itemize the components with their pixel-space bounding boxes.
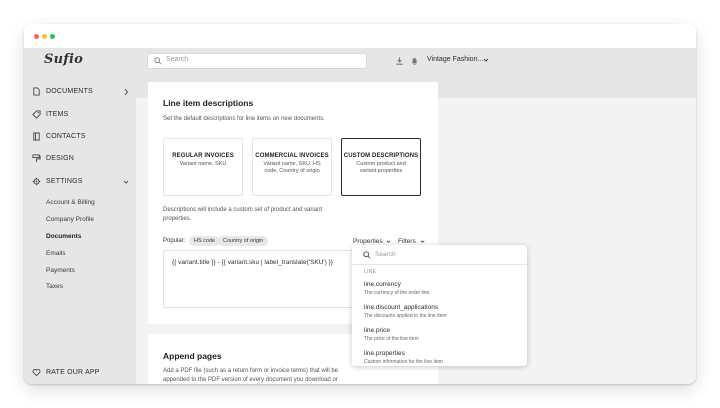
heart-icon [32,369,41,377]
property-item-currency[interactable]: line.currency The currency of the order … [364,281,431,296]
commercial-invoices-option[interactable]: COMMERCIAL INVOICES Variant name, SKU, H… [252,138,332,196]
section-label: LINE [364,269,377,275]
property-name: line.currency [364,281,401,288]
sidebar-item-label: DOCUMENTS [46,88,93,95]
filters-dropdown[interactable]: Filters [398,238,425,245]
sidebar-item-label: SETTINGS [46,178,83,185]
document-icon [33,87,40,96]
chevron-down-icon [420,240,424,243]
card-description: Variant name, SKU [179,161,227,167]
section-subtitle: Set the default descriptions for line it… [163,116,325,122]
property-item-price[interactable]: line.price The price of the line item [364,327,419,342]
append-pages-title: Append pages [163,351,222,361]
append-pages-desc-2: appended to the PDF version of every doc… [163,377,338,383]
chevron-down-icon[interactable] [483,57,489,63]
regular-invoices-option[interactable]: REGULAR INVOICES Variant name, SKU [163,138,243,196]
template-text: {{ variant.title }} - {{ variant.sku | l… [172,259,333,266]
close-window-button[interactable] [34,34,39,39]
card-title: REGULAR INVOICES [172,153,234,159]
card-title: COMMERCIAL INVOICES [255,153,329,159]
search-icon [363,251,371,259]
property-item-properties[interactable]: line.properties Custom information for t… [364,350,443,365]
sidebar-item-label: ITEMS [46,111,69,118]
chevron-down-icon [386,240,391,243]
sidebar-subitem-payments[interactable]: Payments [46,267,75,274]
tag-icon [32,110,41,119]
chevron-right-icon [124,88,129,96]
paint-roller-icon [32,154,41,163]
property-item-discount-applications[interactable]: line.discount_applications The discounts… [364,304,447,319]
maximize-window-button[interactable] [50,34,55,39]
download-icon[interactable] [395,56,404,66]
sidebar-subitem-emails[interactable]: Emails [46,250,66,257]
properties-search-input[interactable]: Search [352,245,527,265]
popular-label: Popular: [163,238,186,244]
card-title: CUSTOM DESCRIPTIONS [343,153,419,159]
property-desc: The discounts applied to the line item [364,312,447,319]
properties-popup: Search LINE line.currency The currency o… [352,245,527,366]
address-book-icon [33,132,40,141]
custom-descriptions-option[interactable]: CUSTOM DESCRIPTIONS Custom product and v… [341,138,421,196]
custom-note: Descriptions will include a custom set o… [163,207,323,222]
sidebar-subitem-account-billing[interactable]: Account & Billing [46,199,95,206]
properties-label: Properties [353,238,383,245]
append-pages-desc-1: Add a PDF file (such as a return form or… [163,368,339,374]
properties-dropdown[interactable]: Properties [353,238,391,245]
sidebar-subitem-taxes[interactable]: Taxes [46,283,63,290]
card-description: Variant name, SKU, HS code, Country of o… [263,161,321,174]
search-placeholder: Search [166,56,189,63]
chevron-down-icon [123,180,129,184]
section-title: Line item descriptions [163,98,254,108]
chip-country-of-origin[interactable]: Country of origin [218,236,269,246]
property-name: line.properties [364,350,405,357]
minimize-window-button[interactable] [42,34,47,39]
sidebar-item-label: CONTACTS [46,133,86,140]
gear-icon [32,177,41,186]
property-desc: The price of the line item [364,335,419,342]
property-name: line.discount_applications [364,304,439,311]
chip-hs-code[interactable]: HS code [189,236,221,246]
property-desc: Custom information for the line item [364,358,443,365]
sidebar-subitem-documents[interactable]: Documents [46,233,81,240]
title-bar [24,24,696,48]
property-name: line.price [364,327,391,334]
search-icon [154,57,162,65]
sidebar-subitem-company-profile[interactable]: Company Profile [46,216,94,223]
store-selector[interactable]: Vintage Fashion... [427,56,483,63]
properties-search-placeholder: Search [375,251,396,258]
description-template-editor[interactable]: {{ variant.title }} - {{ variant.sku | l… [163,250,363,308]
card-description: Custom product and variant properties [356,161,406,174]
rate-our-app-label: RATE OUR APP [46,369,100,376]
bell-icon[interactable] [410,56,419,66]
property-desc: The currency of the order line. [364,289,431,296]
search-input[interactable]: Search [147,53,367,69]
logo[interactable]: Sufio [44,52,83,67]
filters-label: Filters [398,238,416,245]
sidebar-item-label: DESIGN [46,155,75,162]
